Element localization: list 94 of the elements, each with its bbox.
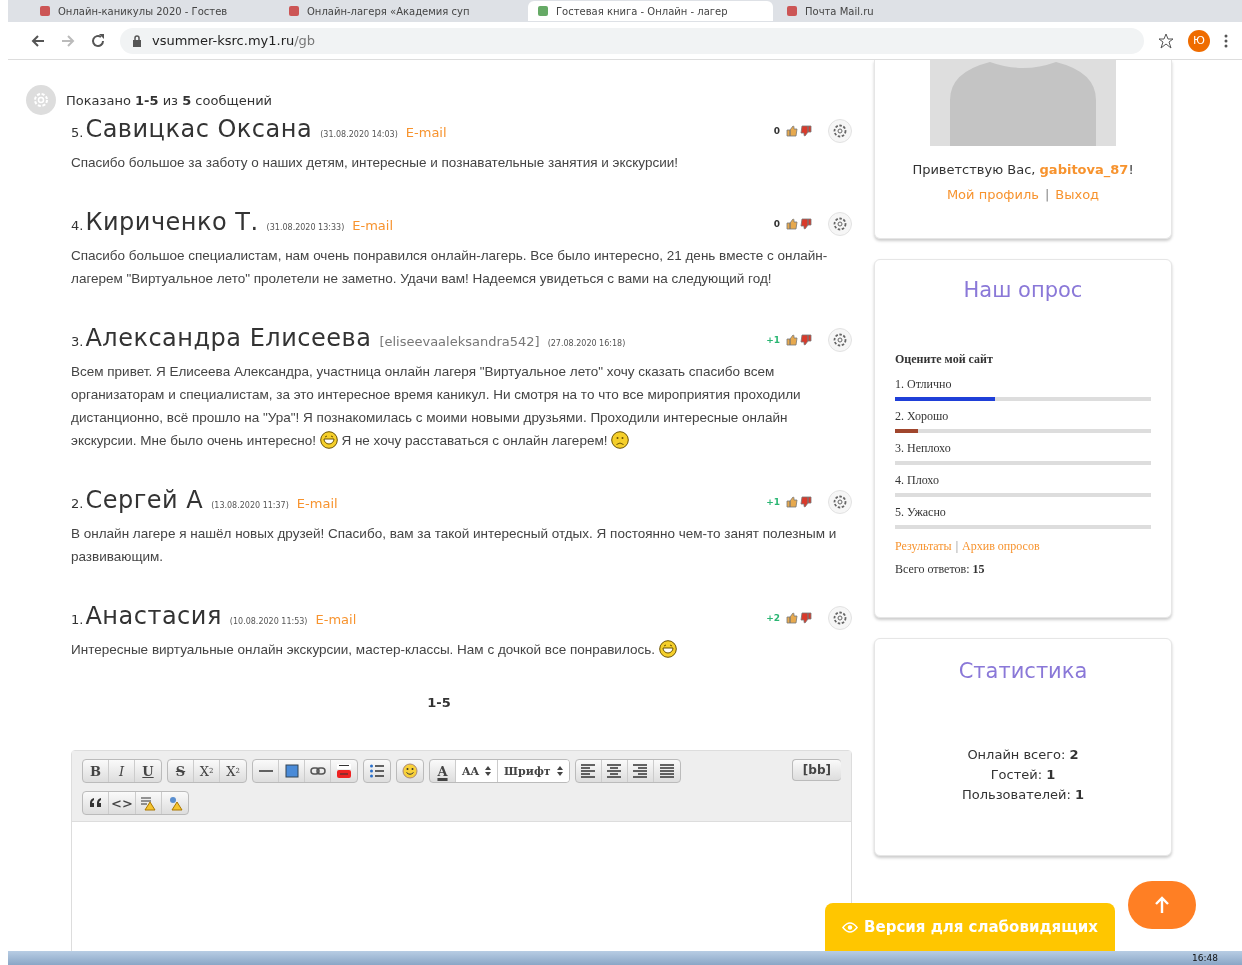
entry-number: 5. <box>71 125 84 140</box>
comment-text: В онлайн лагере я нашёл новых друзей! Спасибо, вам за такой интересный отдых. Я постоянно чем-то занят полезным и развивающим. <box>71 525 838 566</box>
rating-score: 0 <box>773 219 780 229</box>
strikethrough-button[interactable]: S <box>168 760 194 782</box>
site-icon <box>787 6 797 16</box>
laughing-face-icon <box>658 640 677 658</box>
lock-icon <box>132 34 142 47</box>
poll-question: Оцените мой сайт <box>895 352 994 367</box>
text-align-icon[interactable] <box>658 763 675 779</box>
thumbs-up-icon[interactable] <box>786 334 798 346</box>
author-name: Кириченко Т. <box>85 208 259 236</box>
thumbs-down-icon[interactable] <box>800 125 812 137</box>
settings-icon[interactable] <box>828 212 852 236</box>
entry-number: 1. <box>71 612 84 627</box>
comment-text: Спасибо большое специалистам, нам очень понравился онлайн-лагерь. Все было интересно, 21 день вместе с онлайн-лагерем "Виртуальное лето" пролетели не заметно. Удачи вам! Надеемся увидеться с вами на следующий год! <box>71 247 829 288</box>
stats-line: Онлайн всего: 2 <box>966 746 1080 764</box>
menu-icon[interactable] <box>1224 32 1228 49</box>
site-icon <box>40 6 50 16</box>
bold-button[interactable]: B <box>83 760 109 782</box>
author-name: Анастасия <box>85 602 222 630</box>
eye-icon <box>842 921 859 933</box>
pagination[interactable]: 1-5 <box>26 695 852 710</box>
poll-title: Наш опрос <box>962 278 1084 302</box>
browser-tab[interactable]: Почта Mail.ru <box>777 1 1022 21</box>
entry-number: 3. <box>71 334 84 349</box>
rating-score: 0 <box>773 126 780 136</box>
text-align-icon[interactable] <box>580 763 597 779</box>
thumbs-down-icon[interactable] <box>800 612 812 624</box>
superscript-button[interactable]: X$^{2}$ <box>194 760 220 782</box>
thumbs-down-icon[interactable] <box>800 218 812 230</box>
laughing-face-icon <box>319 431 338 449</box>
browser-tab[interactable]: Онлайн-каникулы 2020 - Гостев <box>30 1 275 21</box>
arrow-up-icon <box>1154 896 1170 914</box>
entry-number: 2. <box>71 496 84 511</box>
poll-option: 4. Плохо <box>895 473 1151 488</box>
rating-score: +2 <box>766 613 780 623</box>
text-align-icon[interactable] <box>606 763 623 779</box>
stats-line: Гостей: 1 <box>989 766 1057 784</box>
poll-total: Всего ответов: 15 <box>895 562 986 577</box>
back-icon[interactable] <box>30 32 46 49</box>
thumbs-down-icon[interactable] <box>800 334 812 346</box>
poll-option: 2. Хорошо <box>895 409 1151 424</box>
italic-button[interactable]: I <box>109 760 135 782</box>
poll-option: 3. Неплохо <box>895 441 1151 456</box>
rating-score: +1 <box>766 497 780 507</box>
messages-count: Показано 1-5 из 5 сообщений <box>66 92 273 108</box>
comment-text: Спасибо большое за заботу о наших детям, интересные и познавательные занятия и экскурсии! <box>71 154 679 172</box>
text-warning-icon[interactable] <box>140 795 157 811</box>
image-icon[interactable] <box>283 763 300 779</box>
poll-option: 5. Ужасно <box>895 505 1151 520</box>
sad-face-icon <box>611 431 630 449</box>
video-icon[interactable] <box>336 763 352 779</box>
underline-button[interactable]: U <box>135 760 161 782</box>
poll-option: 1. Отлично <box>895 377 1151 392</box>
entry-number: 4. <box>71 218 84 233</box>
settings-icon[interactable] <box>828 490 852 514</box>
thumbs-up-icon[interactable] <box>786 612 798 624</box>
link-separator: | <box>955 539 959 554</box>
entry-date: (31.08.2020 14:03) <box>320 130 398 139</box>
browser-tab[interactable]: Гостевая книга - Онлайн - лагер <box>528 1 773 21</box>
settings-icon[interactable] <box>828 119 852 143</box>
greeting-text: Приветствую Вас, gabitova_87! <box>912 162 1134 177</box>
site-icon <box>289 6 299 16</box>
thumbs-up-icon[interactable] <box>786 218 798 230</box>
thumbs-up-icon[interactable] <box>786 496 798 508</box>
clock: 16:48 <box>1192 953 1218 963</box>
bbcode-toggle-button[interactable]: [bb] <box>791 759 841 781</box>
comment-text: Интересные виртуальные онлайн экскурсии, мастер-классы. Нам с дочкой все понравилось. <box>71 638 841 661</box>
thumbs-down-icon[interactable] <box>800 496 812 508</box>
stats-title: Статистика <box>957 659 1089 683</box>
link-separator: | <box>1044 187 1050 202</box>
text-align-icon[interactable] <box>632 763 649 779</box>
browser-tab[interactable]: Онлайн-лагеря «Академия суп <box>279 1 524 21</box>
author-login-link[interactable]: [eliseevaaleksandra542] <box>379 334 540 349</box>
address-field[interactable]: vsummer-ksrc.my1.ru/gb <box>120 27 1144 54</box>
site-icon <box>538 6 548 16</box>
author-name: Сергей А <box>85 486 204 514</box>
stats-line: Пользователей: 1 <box>960 786 1086 804</box>
reload-icon[interactable] <box>90 32 106 49</box>
entry-date: (10.08.2020 11:53) <box>229 617 308 626</box>
settings-icon[interactable] <box>828 606 852 630</box>
thumbs-up-icon[interactable] <box>786 125 798 137</box>
entry-date: (13.08.2020 11:37) <box>211 501 289 510</box>
bullet-list-icon[interactable] <box>369 763 385 779</box>
comment-text: Всем привет. Я Елисеева Александра, участница онлайн лагеря "Виртуальное лето" хочу сказать спасибо всем организаторам и специалистам, за это интересное время каникул. Ни смотря на то что все мироприятия проходили дистанционно, всё прошло на "Ура"! Я познакомилась с моими новыми друзьями. Проходили интересные онлайн экскурсии. Мне было очень интересно! Я не хочу расставаться с онлайн лагерем! <box>71 363 802 451</box>
settings-icon[interactable] <box>828 328 852 352</box>
smiley-icon[interactable] <box>402 763 418 779</box>
entry-date: (27.08.2020 16:18) <box>547 339 626 348</box>
author-name: Александра Елисеева <box>85 324 372 352</box>
rating-score: +1 <box>766 335 780 345</box>
author-name: Савицкас Оксана <box>85 115 313 143</box>
star-icon[interactable] <box>1158 32 1174 49</box>
scroll-to-top-button[interactable] <box>1128 881 1196 929</box>
entry-date: (31.08.2020 13:33) <box>266 223 345 232</box>
